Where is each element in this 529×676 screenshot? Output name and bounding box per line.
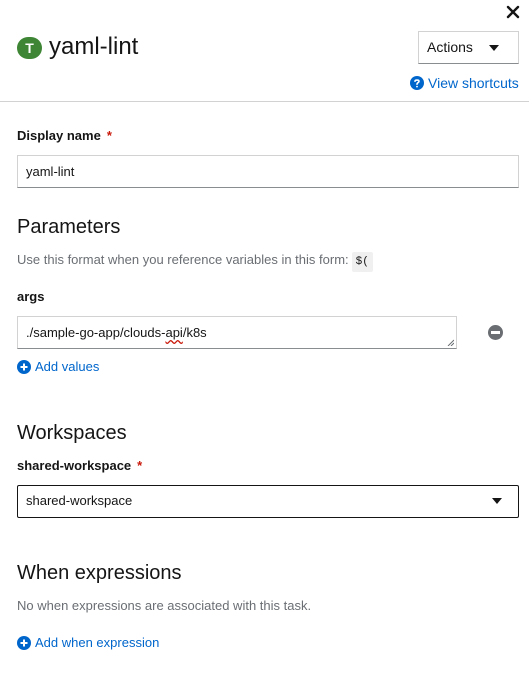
when-expressions-empty-text: No when expressions are associated with … [17,598,312,613]
task-badge: T [17,37,42,59]
actions-dropdown[interactable]: Actions [418,31,519,64]
display-name-input[interactable]: yaml-lint [17,155,519,188]
parameters-title: Parameters [17,216,121,238]
actions-label: Actions [427,39,473,55]
resize-handle-icon[interactable] [447,339,454,346]
shared-workspace-select[interactable]: shared-workspace [17,485,519,518]
add-values-button[interactable]: Add values [17,358,99,376]
view-shortcuts-label: View shortcuts [428,75,519,91]
args-textarea[interactable]: ./sample-go-app/clouds-api/k8s [17,316,457,349]
misspelled-word: api [165,325,183,340]
caret-down-icon [492,498,502,504]
minus-circle-icon[interactable] [488,325,503,340]
page-title: yaml-lint [49,33,139,60]
parameters-helper-text: Use this format when you reference varia… [17,251,373,272]
plus-circle-icon [17,636,31,650]
view-shortcuts-link[interactable]: View shortcuts [410,74,519,92]
add-when-expression-button[interactable]: Add when expression [17,634,159,652]
required-mark: * [106,128,112,143]
when-expressions-title: When expressions [17,562,182,584]
panel-header: T yaml-lint Actions View shortcuts [0,0,529,102]
args-label: args [17,289,45,304]
workspaces-title: Workspaces [17,422,127,444]
display-name-label: Display name * [17,128,112,143]
shared-workspace-selected: shared-workspace [26,493,133,508]
plus-circle-icon [17,360,31,374]
caret-down-icon [489,45,499,51]
add-when-expression-label: Add when expression [35,635,160,650]
variable-format-code: $( [351,252,373,272]
question-circle-icon [410,76,424,90]
shared-workspace-label: shared-workspace * [17,458,143,473]
add-values-label: Add values [35,359,100,374]
required-mark: * [137,458,143,473]
